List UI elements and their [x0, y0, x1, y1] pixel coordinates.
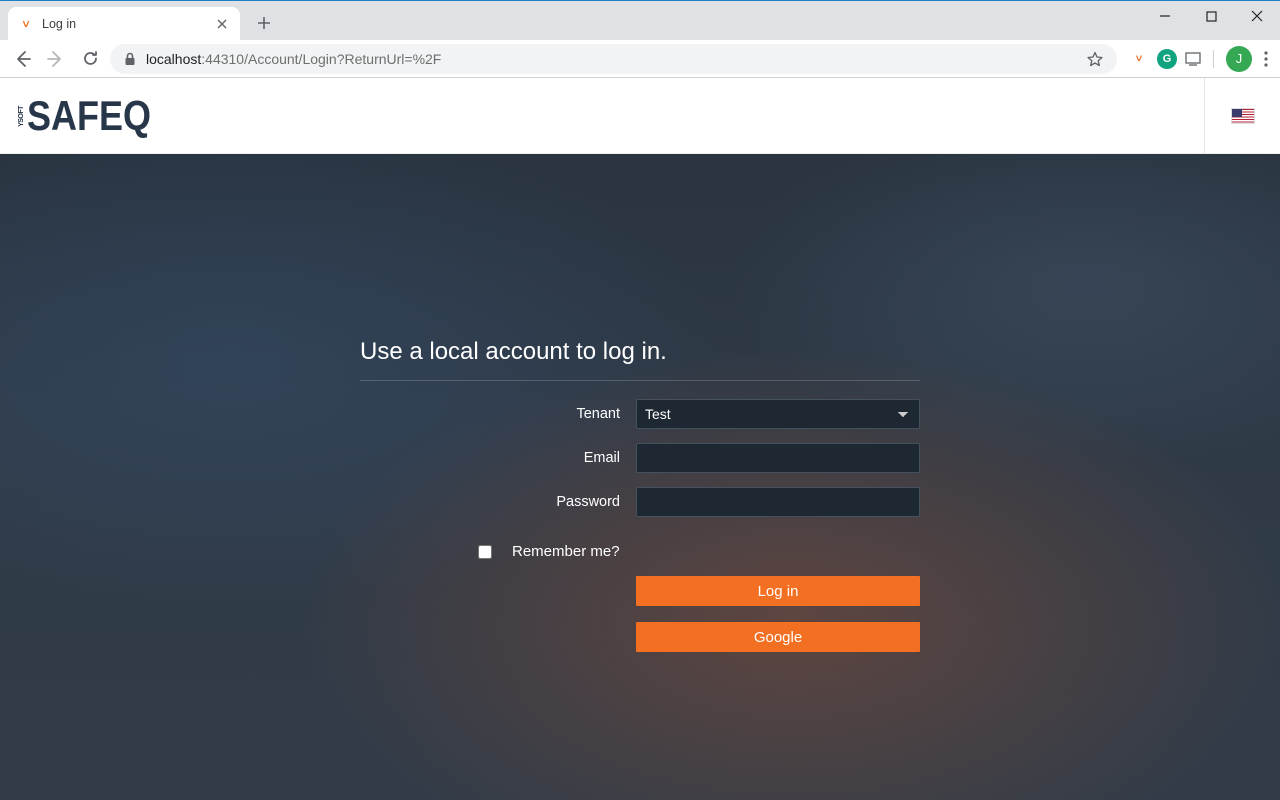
profile-avatar[interactable]: J [1226, 46, 1252, 72]
close-icon [1251, 10, 1263, 22]
lock-icon [124, 52, 136, 66]
remember-checkbox[interactable] [478, 545, 492, 559]
window-minimize-button[interactable] [1142, 1, 1188, 31]
window-close-button[interactable] [1234, 1, 1280, 31]
language-selector[interactable] [1204, 78, 1280, 153]
plus-icon [257, 16, 271, 30]
minimize-icon [1159, 10, 1171, 22]
brand-prefix: YSOFT [18, 105, 25, 126]
page: YSOFT SAFEQ Use a local account to log i… [0, 78, 1280, 800]
extension-icon[interactable]: ˅ [1129, 49, 1149, 69]
address-bar[interactable]: localhost:44310/Account/Login?ReturnUrl=… [110, 44, 1117, 74]
window-maximize-button[interactable] [1188, 1, 1234, 31]
arrow-left-icon [13, 50, 31, 68]
extension-grammarly-icon[interactable]: G [1157, 49, 1177, 69]
toolbar-right: ˅ G J [1123, 46, 1272, 72]
nav-forward-button[interactable] [42, 45, 70, 73]
window-controls [1142, 1, 1280, 31]
kebab-icon [1264, 51, 1268, 67]
tenant-label: Tenant [496, 406, 636, 422]
extension-cast-icon[interactable] [1185, 52, 1201, 66]
avatar-initial: J [1236, 51, 1243, 66]
tab-favicon-icon: ˅ [18, 16, 34, 32]
flag-us-icon [1231, 108, 1255, 124]
remember-label: Remember me? [512, 543, 620, 560]
star-icon [1087, 51, 1103, 67]
brand-logo[interactable]: YSOFT SAFEQ [18, 91, 151, 139]
email-label: Email [496, 450, 636, 466]
nav-reload-button[interactable] [76, 45, 104, 73]
url-path: :44310/Account/Login?ReturnUrl=%2F [201, 51, 441, 67]
page-header: YSOFT SAFEQ [0, 78, 1280, 154]
hero-section: Use a local account to log in. Tenant Te… [0, 154, 1280, 800]
email-row: Email [360, 443, 920, 473]
browser-menu-button[interactable] [1260, 51, 1272, 67]
remember-row: Remember me? [360, 543, 920, 560]
google-button[interactable]: Google [636, 622, 920, 652]
login-button[interactable]: Log in [636, 576, 920, 606]
tab-title: Log in [42, 17, 76, 31]
login-panel: Use a local account to log in. Tenant Te… [360, 338, 920, 800]
tab-close-button[interactable] [214, 16, 230, 32]
url-text: localhost:44310/Account/Login?ReturnUrl=… [146, 51, 441, 67]
password-label: Password [496, 494, 636, 510]
bookmark-star-button[interactable] [1087, 51, 1103, 67]
browser-toolbar: localhost:44310/Account/Login?ReturnUrl=… [0, 40, 1280, 78]
email-input[interactable] [636, 443, 920, 473]
close-icon [217, 19, 227, 29]
arrow-right-icon [47, 50, 65, 68]
url-host: localhost [146, 51, 201, 67]
tenant-select[interactable]: Test [636, 399, 920, 429]
brand-name: SAFEQ [27, 91, 151, 139]
password-row: Password [360, 487, 920, 517]
browser-titlebar: ˅ Log in [0, 1, 1280, 40]
separator [1213, 50, 1214, 68]
reload-icon [82, 50, 99, 67]
new-tab-button[interactable] [250, 9, 278, 37]
maximize-icon [1206, 11, 1217, 22]
browser-tab[interactable]: ˅ Log in [8, 7, 240, 40]
password-input[interactable] [636, 487, 920, 517]
tenant-row: Tenant Test [360, 399, 920, 429]
login-title: Use a local account to log in. [360, 338, 920, 381]
nav-back-button[interactable] [8, 45, 36, 73]
